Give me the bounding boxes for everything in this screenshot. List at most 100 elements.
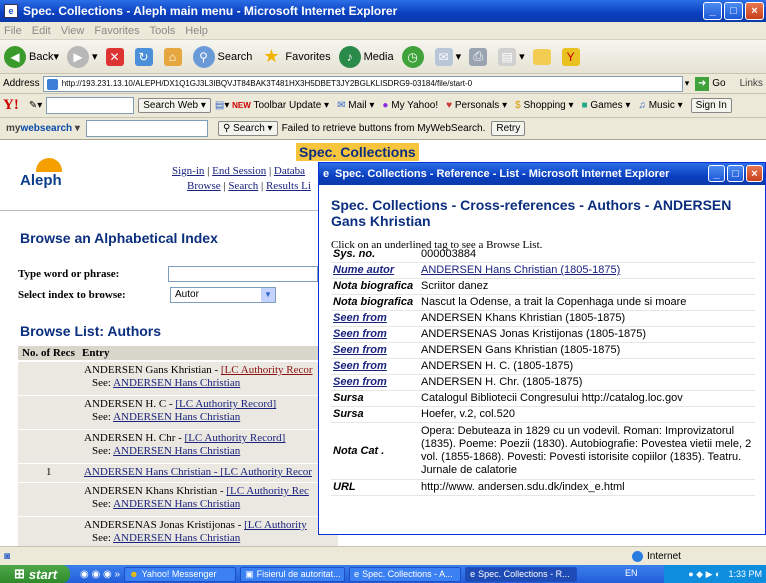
history-button[interactable]: ◷	[401, 45, 427, 68]
taskbar-item-word[interactable]: ▣ Fisierul de autoritat...	[240, 566, 346, 582]
menu-help[interactable]: Help	[185, 25, 208, 37]
lc-authority-link[interactable]: [LC Authority Record]	[185, 432, 286, 444]
yahoo-search-input[interactable]	[46, 97, 135, 114]
music-link[interactable]: ♫ Music ▾	[638, 100, 682, 111]
index-select[interactable]: Autor ▼	[170, 287, 276, 303]
pencil-icon[interactable]: ✎▾	[29, 100, 42, 111]
menu-view[interactable]: View	[61, 25, 85, 37]
results-list-link[interactable]: Results Li	[266, 180, 311, 192]
window-title: Spec. Collections - Aleph main menu - Mi…	[23, 4, 398, 18]
mws-brand-a: my	[6, 123, 21, 134]
field-tag-link[interactable]: Nume autor	[331, 262, 419, 279]
quick-launch-icons[interactable]: ◉ ◉ ◉ »	[80, 569, 120, 580]
mywebsearch-logo[interactable]: mywebsearch ▾	[6, 123, 80, 134]
refresh-button[interactable]: ↻	[134, 47, 156, 66]
close-button[interactable]: ×	[745, 2, 764, 20]
entry-link[interactable]: ANDERSEN Hans Christian -	[84, 466, 220, 478]
taskbar: ⊞ start ◉ ◉ ◉ » ☻ Yahoo! Messenger ▣ Fisie…	[0, 565, 766, 583]
edit-button[interactable]: ▤ ▾	[498, 47, 525, 66]
mail-button[interactable]: ✉ ▾	[434, 47, 461, 66]
table-row: Seen from ANDERSEN H. C. (1805-1875)	[331, 358, 755, 375]
lc-authority-link[interactable]: [LC Authority Recor	[220, 466, 312, 478]
search-button[interactable]: ⚲ Search	[192, 45, 252, 68]
address-url: http://193.231.13.10/ALEPH/DX1Q1GJ3L3IBQ…	[61, 78, 473, 88]
lc-authority-link[interactable]: [LC Authority Rec	[226, 485, 309, 497]
lc-authority-link[interactable]: [LC Authority	[244, 519, 307, 531]
end-session-link[interactable]: End Session	[212, 165, 266, 177]
media-button[interactable]: ♪ Media	[338, 45, 394, 68]
games-link[interactable]: ■ Games ▾	[582, 100, 631, 111]
yahoo-mail-link[interactable]: ✉ Mail ▾	[337, 100, 374, 111]
toolbar-update-link[interactable]: ▤▾ NEW Toolbar Update ▾	[215, 100, 329, 111]
tray-icons[interactable]: ● ◆ ▶ ◐	[688, 569, 720, 580]
popup-close-button[interactable]: ×	[746, 165, 763, 182]
menu-file[interactable]: File	[4, 25, 22, 37]
search-web-button[interactable]: Search Web ▾	[138, 98, 211, 113]
lc-authority-link[interactable]: [LC Authority Recor	[221, 364, 313, 376]
popup-minimize-button[interactable]: _	[708, 165, 725, 182]
folder-button[interactable]	[532, 48, 554, 65]
see-link[interactable]: ANDERSEN Hans Christian	[113, 445, 240, 457]
nav-links: Sign-in | End Session | Databa Browse | …	[172, 165, 311, 192]
shopping-link[interactable]: $ Shopping ▾	[515, 100, 573, 111]
address-input[interactable]: http://193.231.13.10/ALEPH/DX1Q1GJ3L3IBQ…	[42, 75, 683, 92]
back-button[interactable]: ◀ Back ▾	[4, 45, 59, 68]
taskbar-item-browser-main[interactable]: e Spec. Collections - A...	[349, 566, 462, 582]
forward-button[interactable]: ▶ ▾	[67, 45, 98, 68]
mws-search-input[interactable]	[85, 120, 208, 137]
search-link[interactable]: Search	[228, 180, 258, 192]
see-link[interactable]: ANDERSEN Hans Christian	[113, 498, 240, 510]
address-dropdown-icon[interactable]: ▾	[685, 78, 690, 89]
messenger-button[interactable]: Y	[561, 47, 583, 66]
new-badge: NEW	[232, 101, 251, 110]
personals-link[interactable]: ♥ Personals ▾	[446, 100, 507, 111]
field-value-link[interactable]: ANDERSEN Hans Christian (1805-1875)	[421, 264, 620, 276]
taskbar-item-messenger[interactable]: ☻ Yahoo! Messenger	[124, 566, 237, 582]
stop-button[interactable]: ✕	[105, 47, 127, 66]
see-link[interactable]: ANDERSEN Hans Christian	[113, 532, 240, 544]
field-tag-link[interactable]: Seen from	[331, 358, 419, 375]
phrase-input[interactable]	[168, 266, 318, 282]
print-button[interactable]: ⎙	[469, 47, 490, 66]
field-tag-link[interactable]: Seen from	[331, 374, 419, 391]
go-label: Go	[712, 78, 726, 89]
databases-link[interactable]: Databa	[274, 165, 305, 177]
index-select-value: Autor	[175, 289, 199, 300]
browse-link[interactable]: Browse	[187, 180, 221, 192]
yahoo-logo[interactable]: Y!	[3, 97, 19, 114]
home-button[interactable]: ⌂	[163, 47, 185, 66]
field-label: Nota biografica	[331, 278, 419, 295]
taskbar-item-browser-popup[interactable]: e Spec. Collections - R...	[465, 566, 578, 582]
field-value: http://www. andersen.sdu.dk/index_e.html	[419, 479, 755, 496]
field-tag-link[interactable]: Seen from	[331, 310, 419, 327]
toolbar-update-label: Toolbar Update	[253, 100, 322, 111]
lc-authority-link[interactable]: [LC Authority Record]	[175, 398, 276, 410]
sign-in-link[interactable]: Sign-in	[172, 165, 204, 177]
field-tag-link[interactable]: Seen from	[331, 342, 419, 359]
maximize-button[interactable]: □	[724, 2, 743, 20]
see-link[interactable]: ANDERSEN Hans Christian	[113, 377, 240, 389]
links-button[interactable]: Links	[740, 78, 763, 89]
popup-maximize-button[interactable]: □	[727, 165, 744, 182]
favorites-button[interactable]: ★ Favorites	[260, 46, 330, 68]
mws-search-button[interactable]: ⚲ Search ▾	[217, 121, 278, 136]
menu-tools[interactable]: Tools	[150, 25, 176, 37]
field-tag-link[interactable]: Seen from	[331, 326, 419, 343]
popup-titlebar[interactable]: e Spec. Collections - Reference - List -…	[319, 163, 765, 185]
sign-in-button[interactable]: Sign In	[690, 98, 732, 113]
start-button[interactable]: ⊞ start	[0, 565, 70, 583]
go-button[interactable]: ➜ Go	[695, 76, 726, 91]
retry-button[interactable]: Retry	[491, 121, 526, 136]
my-yahoo-link[interactable]: ● My Yahoo!	[382, 100, 438, 111]
field-label: URL	[331, 479, 419, 496]
see-link[interactable]: ANDERSEN Hans Christian	[113, 411, 240, 423]
menu-edit[interactable]: Edit	[32, 25, 51, 37]
row-count: 1	[46, 466, 52, 478]
aleph-logo[interactable]: Aleph	[20, 156, 70, 196]
minimize-button[interactable]: _	[703, 2, 722, 20]
search-web-label: Search Web	[143, 100, 199, 111]
window-titlebar[interactable]: e Spec. Collections - Aleph main menu - …	[0, 0, 766, 22]
forward-arrow-icon: ▶	[67, 45, 89, 68]
menu-favorites[interactable]: Favorites	[94, 25, 139, 37]
language-indicator[interactable]: EN	[625, 568, 638, 578]
